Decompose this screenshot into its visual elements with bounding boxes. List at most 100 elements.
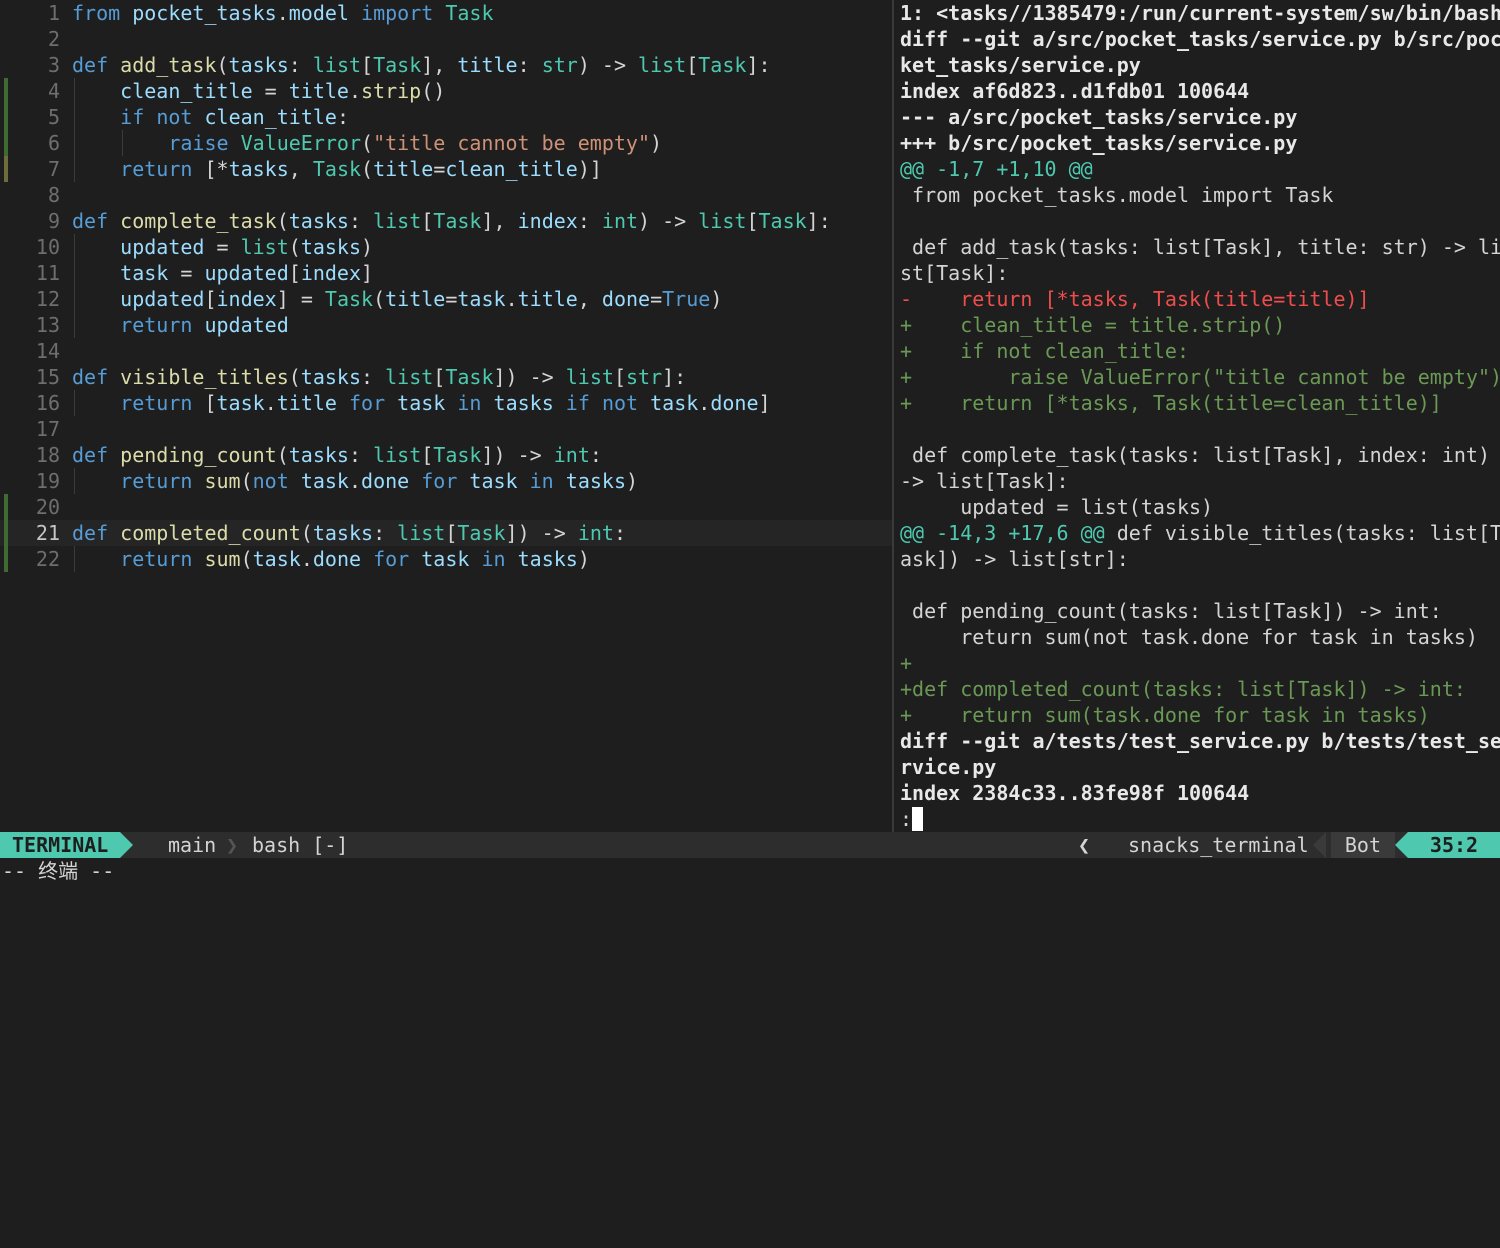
- terminal-line: index af6d823..d1fdb01 100644: [900, 79, 1250, 103]
- editor-line[interactable]: 22 return sum(task.done for task in task…: [0, 546, 892, 572]
- terminal-line: return sum(not task.done for task in tas…: [900, 625, 1478, 649]
- code-text: def add_task(tasks: list[Task], title: s…: [72, 53, 771, 77]
- terminal-line: +++ b/src/pocket_tasks/service.py: [900, 131, 1298, 155]
- line-number: 4: [47, 79, 60, 103]
- terminal-line: updated = list(tasks): [900, 495, 1214, 519]
- terminal-line: -> list[Task]:: [900, 469, 1069, 493]
- mode-indicator: TERMINAL: [0, 832, 121, 858]
- code-text: def visible_titles(tasks: list[Task]) ->…: [72, 365, 687, 389]
- line-number: 5: [47, 105, 60, 129]
- terminal-line: + raise ValueError("title cannot be empt…: [900, 365, 1500, 389]
- editor-line[interactable]: 20: [0, 494, 892, 520]
- code-text: return sum(not task.done for task in tas…: [120, 469, 639, 493]
- line-number: 22: [35, 547, 60, 571]
- editor-line[interactable]: 12 updated[index] = Task(title=task.titl…: [0, 286, 892, 312]
- editor-line[interactable]: 2: [0, 26, 892, 52]
- mode-separator: [120, 832, 133, 858]
- line-number: 7: [47, 157, 60, 181]
- line-number: 20: [35, 495, 60, 519]
- terminal-line: --- a/src/pocket_tasks/service.py: [900, 105, 1298, 129]
- code-text: updated = list(tasks): [120, 235, 374, 259]
- editor-line[interactable]: 1 from pocket_tasks.model import Task: [0, 0, 892, 26]
- terminal-pane[interactable]: 1: <tasks//1385479:/run/current-system/s…: [894, 0, 1500, 832]
- segment-separator: ❮: [1078, 833, 1091, 857]
- line-number: 11: [35, 261, 60, 285]
- line-number: 9: [47, 209, 60, 233]
- terminal-line: + if not clean_title:: [900, 339, 1189, 363]
- line-number: 13: [35, 313, 60, 337]
- editor-line[interactable]: 3 def add_task(tasks: list[Task], title: …: [0, 52, 892, 78]
- git-branch-name[interactable]: main: [168, 832, 216, 858]
- git-add-sign: [4, 104, 8, 130]
- code-text: return sum(task.done for task in tasks): [120, 547, 590, 571]
- editor-line[interactable]: 17: [0, 416, 892, 442]
- editor-pane[interactable]: 1 from pocket_tasks.model import Task 2 3 de…: [0, 0, 892, 832]
- line-number: 3: [47, 53, 60, 77]
- line-number: 16: [35, 391, 60, 415]
- position-separator: [1395, 832, 1408, 858]
- editor-line[interactable]: 8: [0, 182, 892, 208]
- statusline: TERMINAL main ❯ bash [-] ❮ snacks_termin…: [0, 832, 1500, 881]
- code-text: from pocket_tasks.model import Task: [72, 1, 494, 25]
- code-text: def completed_count(tasks: list[Task]) -…: [72, 521, 626, 545]
- terminal-line: diff --git a/src/pocket_tasks/service.py…: [900, 27, 1500, 51]
- editor-line[interactable]: 9 def complete_task(tasks: list[Task], in…: [0, 208, 892, 234]
- code-text: raise ValueError("title cannot be empty"…: [168, 131, 663, 155]
- editor-line[interactable]: 6 raise ValueError("title cannot be empt…: [0, 130, 892, 156]
- editor-line[interactable]: 5 if not clean_title:: [0, 104, 892, 130]
- terminal-line: +: [900, 651, 913, 675]
- terminal-line: def pending_count(tasks: list[Task]) -> …: [900, 599, 1442, 623]
- git-change-sign: [4, 156, 8, 182]
- line-number: 8: [47, 183, 60, 207]
- editor-line[interactable]: 21 def completed_count(tasks: list[Task])…: [0, 520, 892, 546]
- line-number: 18: [35, 443, 60, 467]
- git-add-sign: [4, 130, 8, 156]
- git-add-sign: [4, 494, 8, 520]
- terminal-line: 1: <tasks//1385479:/run/current-system/s…: [900, 1, 1500, 25]
- code-text: def complete_task(tasks: list[Task], ind…: [72, 209, 831, 233]
- line-number: 17: [35, 417, 60, 441]
- code-text: if not clean_title:: [120, 105, 349, 129]
- editor-line[interactable]: 18 def pending_count(tasks: list[Task]) -…: [0, 442, 892, 468]
- pager-prompt[interactable]: :: [900, 806, 924, 832]
- terminal-line: @@ -1,7 +1,10 @@: [900, 157, 1093, 181]
- segment-separator: ❯: [226, 833, 239, 857]
- command-line[interactable]: -- 终端 --: [0, 858, 1500, 885]
- terminal-line: from pocket_tasks.model import Task: [900, 183, 1334, 207]
- terminal-line: ask]) -> list[str]:: [900, 547, 1129, 571]
- code-text: return [task.title for task in tasks if …: [120, 391, 771, 415]
- terminal-cursor: [912, 807, 924, 831]
- line-number: 2: [47, 27, 60, 51]
- terminal-line: index 2384c33..83fe98f 100644: [900, 781, 1250, 805]
- editor-line[interactable]: 14: [0, 338, 892, 364]
- terminal-line: + return [*tasks, Task(title=clean_title…: [900, 391, 1442, 415]
- terminal-line: - return [*tasks, Task(title=title)]: [900, 287, 1370, 311]
- line-number: 10: [35, 235, 60, 259]
- line-number: 14: [35, 339, 60, 363]
- editor-line[interactable]: 10 updated = list(tasks): [0, 234, 892, 260]
- code-text: return updated: [120, 313, 289, 337]
- editor-line[interactable]: 4 clean_title = title.strip(): [0, 78, 892, 104]
- terminal-line: rvice.py: [900, 755, 997, 779]
- editor-line[interactable]: 16 return [task.title for task in tasks …: [0, 390, 892, 416]
- editor-line[interactable]: 7 return [*tasks, Task(title=clean_title…: [0, 156, 892, 182]
- scroll-separator: [1313, 832, 1326, 858]
- terminal-line: + clean_title = title.strip(): [900, 313, 1286, 337]
- scroll-indicator: Bot: [1330, 832, 1395, 858]
- editor-line[interactable]: 19 return sum(not task.done for task in …: [0, 468, 892, 494]
- line-number: 15: [35, 365, 60, 389]
- code-text: clean_title = title.strip(): [120, 79, 446, 103]
- terminal-line: st[Task]:: [900, 261, 1009, 285]
- editor-line[interactable]: 15 def visible_titles(tasks: list[Task]) …: [0, 364, 892, 390]
- line-number: 12: [35, 287, 60, 311]
- code-text: task = updated[index]: [120, 261, 374, 285]
- terminal-line: @@ -14,3 +17,6 @@ def visible_titles(tas…: [900, 521, 1500, 545]
- filetype-label: snacks_terminal: [1128, 833, 1309, 857]
- terminal-line: +def completed_count(tasks: list[Task]) …: [900, 677, 1466, 701]
- editor-line[interactable]: 11 task = updated[index]: [0, 260, 892, 286]
- line-number: 1: [47, 1, 60, 25]
- terminal-line: diff --git a/tests/test_service.py b/tes…: [900, 729, 1500, 753]
- editor-line[interactable]: 13 return updated: [0, 312, 892, 338]
- code-text: updated[index] = Task(title=task.title, …: [120, 287, 723, 311]
- code-text: def pending_count(tasks: list[Task]) -> …: [72, 443, 602, 467]
